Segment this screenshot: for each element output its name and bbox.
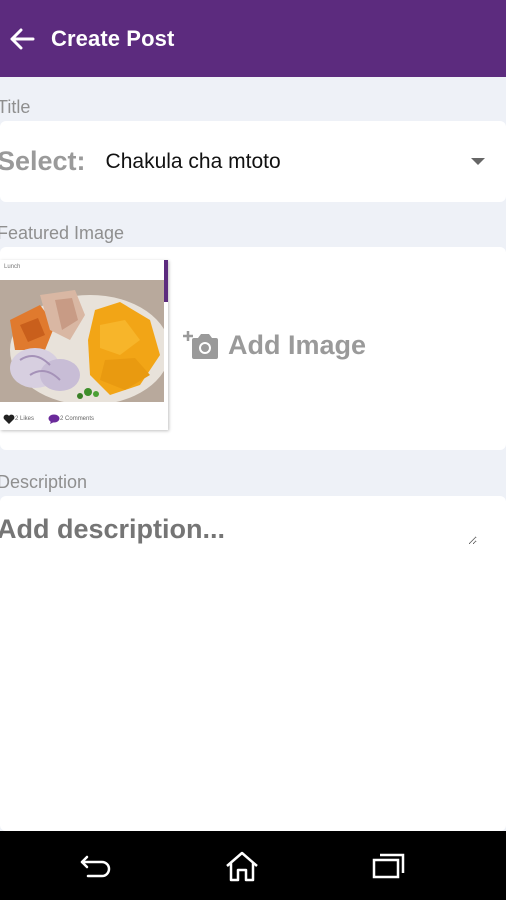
title-section-label: Title (0, 97, 31, 117)
comment-icon (48, 414, 60, 424)
likes-count: 2 Likes (15, 416, 35, 422)
featured-image-card: Lunch 2 Likes 2 Comments Add Image (0, 247, 506, 450)
nav-back-button[interactable] (76, 849, 116, 883)
heart-icon (3, 414, 15, 424)
add-photo-icon (183, 331, 218, 359)
back-icon (80, 855, 111, 878)
comments-count: 2 Comments (60, 416, 95, 422)
app-bar: Create Post (0, 0, 506, 77)
nav-recents-button[interactable] (368, 849, 408, 883)
system-nav-bar (0, 831, 506, 900)
food-photo (0, 280, 164, 402)
back-button[interactable] (2, 19, 42, 59)
nav-home-button[interactable] (222, 849, 262, 883)
description-card (0, 496, 506, 831)
home-icon (226, 851, 258, 882)
recents-icon (372, 853, 405, 879)
page-title: Create Post (51, 25, 175, 51)
description-label: Description (0, 472, 88, 492)
featured-image-label: Featured Image (0, 223, 125, 243)
dropdown-arrow-icon[interactable] (471, 158, 485, 165)
thumbnail-accent (164, 260, 168, 302)
title-card: Select: Chakula cha mtoto (0, 121, 506, 202)
arrow-left-icon (10, 28, 35, 49)
thumbnail-footer: 2 Likes 2 Comments (0, 410, 164, 428)
add-image-label: Add Image (228, 329, 367, 360)
description-input[interactable] (0, 514, 477, 545)
select-label: Select: (0, 146, 86, 176)
add-image-button[interactable]: Add Image (183, 329, 366, 361)
thumbnail-caption: Lunch (4, 264, 21, 270)
category-select[interactable]: Chakula cha mtoto (106, 150, 471, 174)
featured-image-thumbnail[interactable]: Lunch 2 Likes 2 Comments (0, 260, 168, 430)
